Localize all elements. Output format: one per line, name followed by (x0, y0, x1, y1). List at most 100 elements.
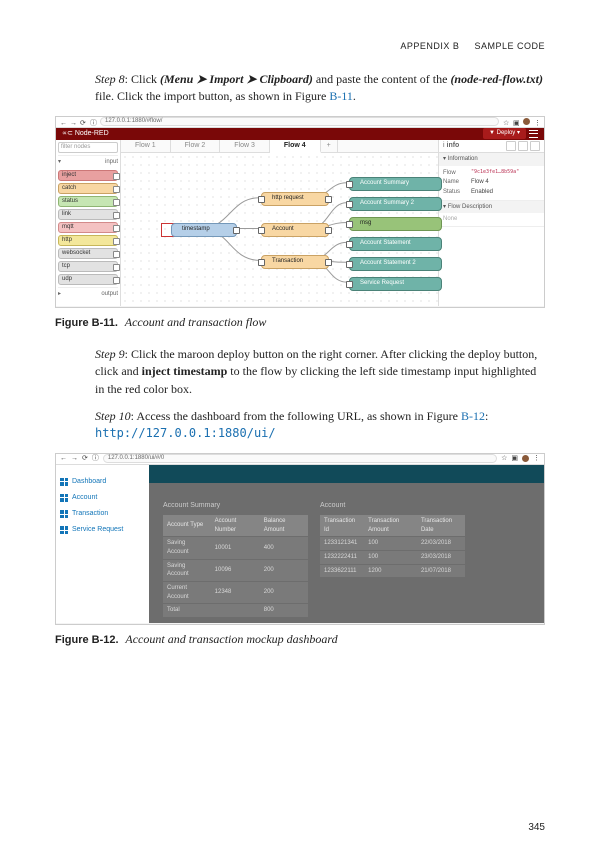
flow-tab[interactable]: Flow 2 (171, 140, 221, 152)
grid-icon (60, 478, 68, 486)
grid-icon (60, 510, 68, 518)
grid-icon (60, 494, 68, 502)
hamburger-icon[interactable] (529, 130, 538, 138)
info-tab[interactable]: info (447, 142, 460, 149)
page-header: APPENDIX B SAMPLE CODE (55, 40, 545, 53)
dashboard-url[interactable]: http://127.0.0.1:1880/ui/ (95, 426, 276, 440)
menu-dots-icon[interactable]: ⋮ (534, 119, 540, 125)
avatar-icon[interactable] (523, 118, 530, 125)
figure-b12-screenshot: ← → ⟳ ⓘ 127.0.0.1:1880/ui/#/0 ☆ ▣ ⋮ Dash… (55, 453, 545, 625)
flow-tab[interactable]: Flow 1 (121, 140, 171, 152)
palette-node-status[interactable]: status (58, 196, 118, 207)
filter-input[interactable]: filter nodes (58, 142, 118, 153)
account-summary-table: Account TypeAccount NumberBalance Amount… (163, 515, 308, 618)
menu-dots-icon[interactable]: ⋮ (533, 454, 540, 464)
grid-icon (60, 526, 68, 534)
node-http-request[interactable]: http request (261, 192, 329, 206)
palette-node-websocket[interactable]: websocket (58, 248, 118, 259)
palette-node-inject[interactable]: inject (58, 170, 118, 181)
flow-canvas[interactable]: timestamp http request Account Transacti… (121, 153, 438, 306)
flow-tabs: Flow 1Flow 2Flow 3Flow 4+ (121, 140, 438, 153)
info-icon: ⓘ (92, 454, 99, 464)
address-bar[interactable]: 127.0.0.1:1880/#flow/ (100, 117, 499, 126)
palette-section-input[interactable]: ▾input (58, 155, 118, 169)
dashboard-nav-item[interactable]: Account (60, 493, 145, 503)
node-transaction[interactable]: Transaction (261, 255, 329, 269)
nav-fwd-icon[interactable]: → (71, 454, 78, 464)
flow-desc-body: None (439, 213, 544, 226)
palette-node-catch[interactable]: catch (58, 183, 118, 194)
step10-label: Step 10 (95, 409, 131, 423)
fig11-ref[interactable]: B-11 (329, 89, 353, 103)
flow-desc-header[interactable]: ▾ Flow Description (439, 201, 544, 214)
table-row: 1233622111120021/07/2018 (320, 564, 465, 578)
step10-para: Step 10: Access the dashboard from the f… (95, 408, 545, 443)
avatar-icon[interactable] (522, 455, 529, 462)
browser-chrome-2: ← → ⟳ ⓘ 127.0.0.1:1880/ui/#/0 ☆ ▣ ⋮ (56, 454, 544, 465)
fig12-ref[interactable]: B-12 (461, 409, 485, 423)
page-number: 345 (528, 821, 545, 836)
nav-fwd-icon[interactable]: → (70, 119, 76, 125)
info-section-header[interactable]: ▾ Information (439, 153, 544, 166)
header-title: SAMPLE CODE (474, 41, 545, 51)
step9-label: Step 9 (95, 347, 125, 361)
table-header: Balance Amount (260, 515, 308, 537)
step8-para: Step 8: Click (Menu ➤ Import ➤ Clipboard… (95, 71, 545, 106)
reload-icon[interactable]: ⟳ (80, 119, 86, 125)
nav-back-icon[interactable]: ← (60, 454, 67, 464)
brand-label: ∝⊂ Node-RED (62, 129, 109, 139)
dashboard-nav-item[interactable]: Dashboard (60, 477, 145, 487)
palette-section-output[interactable]: ▸output (58, 287, 118, 301)
table-row: 123222241110023/03/2018 (320, 550, 465, 564)
table-row: Total800 (163, 604, 308, 618)
figure-b12-caption: Figure B-12. Account and transaction moc… (55, 631, 545, 649)
table-row: 123312134110022/03/2018 (320, 537, 465, 551)
account-card: Account Transaction IdTransaction Amount… (320, 501, 465, 618)
nodered-topbar: ∝⊂ Node-RED ▼ Deploy ▾ (56, 128, 544, 140)
node-account[interactable]: Account (261, 223, 329, 237)
palette-node-mqtt[interactable]: mqtt (58, 222, 118, 233)
node-output[interactable]: Service Request (349, 277, 442, 291)
palette-node-udp[interactable]: udp (58, 274, 118, 285)
address-bar-2[interactable]: 127.0.0.1:1880/ui/#/0 (103, 454, 497, 463)
node-output[interactable]: msg (349, 217, 442, 231)
add-flow-button[interactable]: + (321, 140, 338, 152)
dashboard-header (149, 465, 544, 483)
flow-tab[interactable]: Flow 3 (220, 140, 270, 152)
dashboard-main: Account Summary Account TypeAccount Numb… (149, 465, 544, 623)
node-output[interactable]: Account Summary (349, 177, 442, 191)
node-output[interactable]: Account Statement (349, 237, 442, 251)
ext-icon[interactable]: ▣ (511, 454, 518, 464)
sidebar-icons[interactable] (506, 141, 540, 151)
node-output[interactable]: Account Statement 2 (349, 257, 442, 271)
palette-node-tcp[interactable]: tcp (58, 261, 118, 272)
table-header: Transaction Date (417, 515, 465, 537)
table-row: Current Account12348200 (163, 581, 308, 603)
palette-node-http[interactable]: http (58, 235, 118, 246)
flow-tab[interactable]: Flow 4 (270, 140, 321, 153)
table-header: Transaction Id (320, 515, 364, 537)
deploy-button[interactable]: ▼ Deploy ▾ (483, 128, 526, 139)
appendix-label: APPENDIX B (400, 41, 459, 51)
figure-b11-screenshot: ← → ⟳ ⓘ 127.0.0.1:1880/#flow/ ☆ ▣ ⋮ ∝⊂ N… (55, 116, 545, 308)
dashboard-nav: Dashboard Account Transaction Service Reque… (56, 465, 149, 623)
table-header: Transaction Amount (364, 515, 417, 537)
account-summary-card: Account Summary Account TypeAccount Numb… (163, 501, 308, 618)
browser-chrome: ← → ⟳ ⓘ 127.0.0.1:1880/#flow/ ☆ ▣ ⋮ (56, 117, 544, 128)
table-row: Saving Account10001400 (163, 537, 308, 559)
nav-back-icon[interactable]: ← (60, 119, 66, 125)
step8-label: Step 8 (95, 72, 125, 86)
dashboard-nav-item[interactable]: Service Request (60, 525, 145, 535)
info-sidebar: i info ▾ Information Flow"9c1e3fe1…8b59a… (438, 140, 544, 306)
dashboard-nav-item[interactable]: Transaction (60, 509, 145, 519)
info-icon: ⓘ (90, 119, 96, 125)
reload-icon[interactable]: ⟳ (82, 454, 88, 464)
node-timestamp[interactable]: timestamp (171, 223, 237, 237)
palette-sidebar: filter nodes ▾input inject catch status lin… (56, 140, 121, 306)
node-output[interactable]: Account Summary 2 (349, 197, 442, 211)
ext-icon[interactable]: ▣ (513, 119, 519, 125)
star-icon[interactable]: ☆ (503, 119, 509, 125)
star-icon[interactable]: ☆ (501, 454, 507, 464)
palette-node-link[interactable]: link (58, 209, 118, 220)
table-row: Saving Account10096200 (163, 559, 308, 581)
